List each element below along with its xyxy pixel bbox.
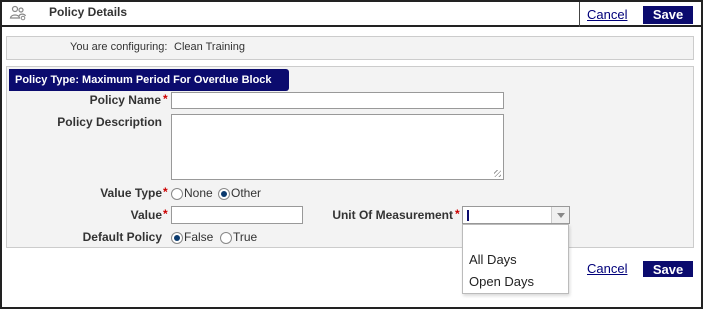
config-value: Clean Training (174, 41, 245, 53)
unit-of-measurement-select[interactable] (462, 206, 570, 224)
unit-of-measurement-label: Unit Of Measurement (332, 208, 453, 222)
unit-option-open-days[interactable]: Open Days (469, 274, 534, 289)
resize-grip-icon[interactable] (494, 170, 501, 177)
header-bar: Policy Details Cancel Save (2, 2, 701, 27)
policy-name-input[interactable] (171, 92, 504, 109)
policy-name-required: * (163, 92, 168, 106)
value-type-other-label: Other (231, 186, 262, 200)
policy-description-label: Policy Description (57, 115, 162, 129)
value-required: * (163, 207, 168, 221)
policy-description-textarea[interactable] (171, 114, 504, 180)
default-policy-false-radio[interactable] (171, 232, 183, 244)
default-policy-false-label: False (184, 230, 214, 244)
cancel-link-bottom[interactable]: Cancel (587, 261, 627, 276)
default-policy-label: Default Policy (82, 230, 162, 244)
policy-type-title: Policy Type: Maximum Period For Overdue … (9, 69, 289, 91)
value-type-required: * (163, 185, 168, 199)
value-type-label: Value Type (100, 186, 162, 200)
config-bar: You are configuring: Clean Training (6, 36, 694, 60)
value-label: Value (130, 208, 162, 222)
header-divider (579, 2, 580, 27)
default-policy-true-label: True (233, 230, 258, 244)
save-button-top[interactable]: Save (643, 6, 693, 24)
cancel-link-top[interactable]: Cancel (587, 7, 627, 22)
chevron-down-icon[interactable] (551, 207, 569, 223)
value-input[interactable] (171, 206, 303, 224)
people-settings-icon (9, 5, 27, 21)
page-title: Policy Details (49, 5, 128, 19)
value-type-other-radio[interactable] (218, 188, 230, 200)
value-type-none-label: None (184, 186, 213, 200)
text-cursor (467, 210, 469, 221)
unit-required: * (455, 207, 460, 221)
save-button-bottom[interactable]: Save (643, 261, 693, 277)
config-label: You are configuring: (70, 41, 168, 53)
unit-dropdown-list: All Days Open Days (462, 224, 569, 294)
value-type-none-radio[interactable] (171, 188, 183, 200)
unit-option-all-days[interactable]: All Days (469, 252, 517, 267)
default-policy-true-radio[interactable] (220, 232, 232, 244)
policy-name-label: Policy Name (89, 93, 161, 107)
